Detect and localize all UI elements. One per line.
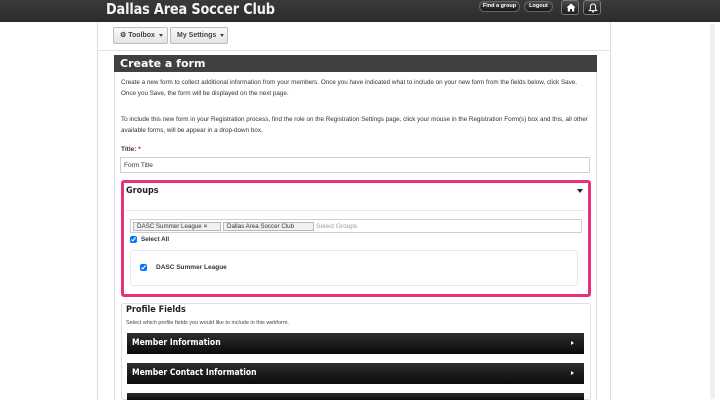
my-settings-label: My Settings xyxy=(177,32,217,39)
section-label: Member Information xyxy=(132,338,221,348)
toolbox-label: Toolbox xyxy=(128,32,155,39)
groups-multiselect[interactable]: DASC Summer League × Dallas Area Soccer C… xyxy=(130,219,582,233)
toolbar-divider xyxy=(97,50,610,51)
section-label: Member Contact Information xyxy=(132,368,257,378)
group-option-label: DASC Summer League xyxy=(156,264,227,271)
group-chip-label: DASC Summer League xyxy=(137,223,202,230)
logout-button[interactable]: Logout xyxy=(524,1,553,12)
find-group-button[interactable]: Find a group xyxy=(479,1,520,12)
title-label-text: Title: xyxy=(121,146,137,153)
groups-search-placeholder[interactable]: Select Groups xyxy=(316,222,357,231)
scrollbar[interactable] xyxy=(710,24,715,399)
my-settings-button[interactable]: My Settings xyxy=(170,27,228,44)
title-input[interactable] xyxy=(120,157,590,173)
caret-down-icon xyxy=(220,33,225,37)
page-border-right xyxy=(610,22,611,400)
groups-divider xyxy=(126,210,585,211)
home-button[interactable] xyxy=(561,0,579,15)
site-title[interactable]: Dallas Area Soccer Club xyxy=(106,0,275,18)
remove-chip-icon[interactable]: × xyxy=(204,223,208,230)
profile-fields-heading: Profile Fields xyxy=(126,305,186,315)
member-information-section[interactable]: Member Information xyxy=(127,333,584,354)
expand-arrow-icon xyxy=(571,371,574,375)
group-chip[interactable]: DASC Summer League × xyxy=(133,222,221,231)
expand-arrow-icon xyxy=(571,341,574,345)
caret-down-icon xyxy=(158,33,163,37)
select-all-label: Select All xyxy=(141,236,170,243)
title-label: Title: * xyxy=(121,146,141,153)
toolbox-button[interactable]: ⚙ Toolbox xyxy=(113,27,168,44)
top-nav-bar: Dallas Area Soccer Club Find a group Log… xyxy=(0,0,720,22)
collapse-arrow-icon[interactable] xyxy=(577,189,583,193)
group-option-checkbox[interactable] xyxy=(140,264,147,271)
page-title: Create a form xyxy=(114,55,597,72)
member-contact-information-section[interactable]: Member Contact Information xyxy=(127,363,584,384)
page-border-left xyxy=(97,22,98,400)
next-section-bar[interactable] xyxy=(127,393,584,400)
gear-icon: ⚙ xyxy=(120,32,127,39)
required-mark: * xyxy=(138,146,141,153)
group-chip-label: Dallas Area Soccer Club xyxy=(227,223,295,230)
groups-heading: Groups xyxy=(126,186,159,196)
intro-text: Create a new form to collect additional … xyxy=(121,79,578,97)
home-icon xyxy=(566,3,576,12)
group-chip[interactable]: Dallas Area Soccer Club xyxy=(223,222,314,231)
select-all-checkbox[interactable] xyxy=(130,236,137,243)
notifications-button[interactable] xyxy=(583,0,601,15)
profile-fields-description: Select which profile fields you would li… xyxy=(126,320,289,326)
instructions-text: To include this new form in your Registr… xyxy=(121,116,588,134)
bell-icon xyxy=(588,3,598,13)
